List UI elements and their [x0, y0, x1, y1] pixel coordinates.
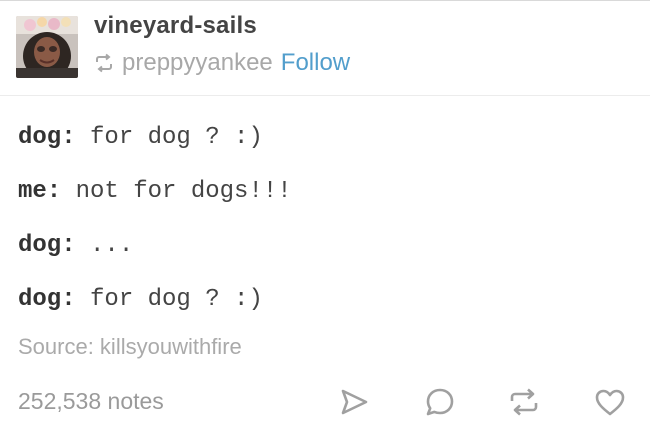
- header-divider: [0, 95, 650, 96]
- reblog-icon: [94, 53, 114, 73]
- post-header: vineyard-sails preppyyankee Follow: [0, 0, 650, 96]
- chat-speaker: dog:: [18, 231, 76, 259]
- reblogged-from[interactable]: preppyyankee: [122, 49, 273, 77]
- chat-line: me: not for dogs!!!: [18, 164, 638, 218]
- reblog-attribution: preppyyankee Follow: [94, 48, 350, 78]
- notes-count[interactable]: 252,538 notes: [18, 388, 164, 415]
- reply-icon[interactable]: [422, 384, 458, 420]
- chat-line: dog: ...: [18, 218, 638, 272]
- chat-line: dog: for dog ? :): [18, 272, 638, 326]
- reblog-icon[interactable]: [506, 384, 542, 420]
- chat-text: for dog ? :): [75, 123, 263, 151]
- tumblr-post: vineyard-sails preppyyankee Follow dog: …: [0, 0, 650, 441]
- follow-button[interactable]: Follow: [281, 49, 350, 77]
- chat-line: dog: for dog ? :): [18, 110, 638, 164]
- post-footer: 252,538 notes: [0, 380, 650, 430]
- chat-speaker: dog:: [18, 123, 76, 151]
- chat-text: not for dogs!!!: [61, 177, 292, 205]
- chat-text: for dog ? :): [75, 285, 263, 313]
- blog-name[interactable]: vineyard-sails: [94, 12, 257, 40]
- chat-post: dog: for dog ? :) me: not for dogs!!! do…: [18, 110, 638, 326]
- avatar[interactable]: [16, 16, 78, 78]
- heart-icon[interactable]: [592, 384, 628, 420]
- chat-speaker: me:: [18, 177, 62, 205]
- chat-speaker: dog:: [18, 285, 76, 313]
- share-icon[interactable]: [336, 384, 372, 420]
- post-source[interactable]: Source: killsyouwithfire: [18, 334, 242, 360]
- chat-text: ...: [75, 231, 134, 259]
